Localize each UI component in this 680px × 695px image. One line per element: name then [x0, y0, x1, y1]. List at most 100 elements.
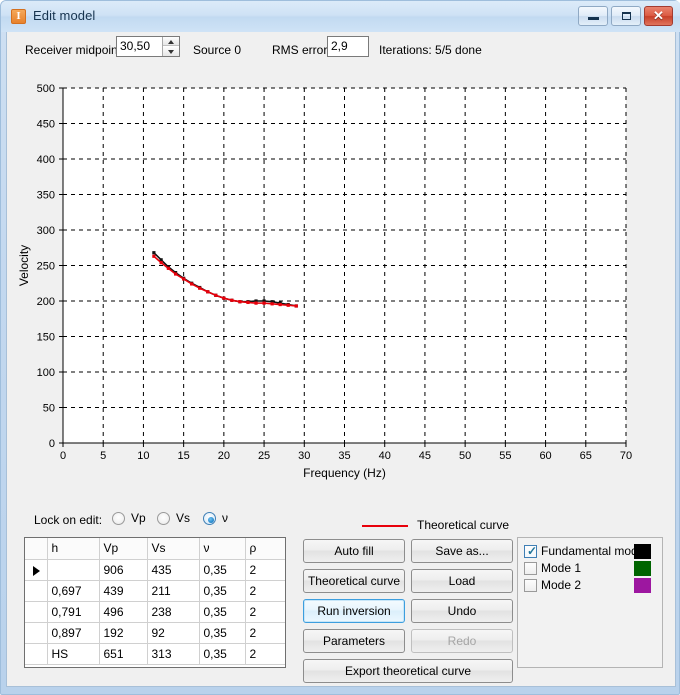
cell-vp[interactable]: 906 [99, 559, 148, 581]
cell-h[interactable]: HS [47, 643, 100, 665]
cell-vs[interactable]: 238 [147, 601, 200, 623]
cell-vp[interactable]: 651 [99, 643, 148, 665]
svg-text:300: 300 [37, 225, 55, 237]
parameters-button[interactable]: Parameters [303, 629, 405, 653]
mode-label-1: Mode 1 [541, 561, 582, 575]
column-header-nu[interactable]: ν [199, 538, 246, 560]
save-as-button[interactable]: Save as... [411, 539, 513, 563]
mode-item-fundamental[interactable]: ✓ Fundamental mode [524, 544, 658, 559]
maximize-button[interactable] [611, 6, 641, 26]
close-icon: ✕ [653, 8, 664, 23]
radio-circle-nu [203, 512, 216, 525]
radio-selected-dot [207, 516, 214, 523]
checkbox-mode-1[interactable] [524, 562, 537, 575]
model-layers-table[interactable]: h Vp Vs ν ρ 0,615 906 435 0,35 2 0,697 4… [24, 537, 286, 668]
cell-nu[interactable]: 0,35 [199, 622, 246, 644]
column-header-vp[interactable]: Vp [99, 538, 148, 560]
cell-h[interactable]: 0,897 [47, 622, 100, 644]
svg-text:20: 20 [218, 450, 230, 462]
cell-rho[interactable]: 2 [245, 559, 285, 581]
svg-text:55: 55 [499, 450, 511, 462]
cell-nu[interactable]: 0,35 [199, 559, 246, 581]
row-selector-cell[interactable] [25, 622, 48, 644]
row-selector-cell[interactable] [25, 580, 48, 602]
row-marker-icon [33, 565, 40, 576]
export-theoretical-curve-button[interactable]: Export theoretical curve [303, 659, 513, 683]
edit-model-window: I Edit model ✕ Receiver midpoint 30,50 S… [0, 0, 680, 695]
row-selector-cell[interactable] [25, 643, 48, 665]
redo-button: Redo [411, 629, 513, 653]
cell-vp[interactable]: 496 [99, 601, 148, 623]
cell-vs[interactable]: 211 [147, 580, 200, 602]
cell-rho[interactable]: 2 [245, 601, 285, 623]
title-bar: I Edit model ✕ [1, 1, 680, 32]
minimize-icon [579, 7, 607, 25]
color-swatch-mode-2 [634, 578, 651, 593]
column-header-rho[interactable]: ρ [245, 538, 285, 560]
table-row[interactable]: 0,897 192 92 0,35 2 [25, 622, 285, 644]
table-row[interactable]: 0,791 496 238 0,35 2 [25, 601, 285, 623]
undo-button[interactable]: Undo [411, 599, 513, 623]
cell-rho[interactable]: 2 [245, 580, 285, 602]
svg-text:350: 350 [37, 190, 55, 202]
theoretical-curve-legend: Theoretical curve [362, 518, 592, 534]
theoretical-curve-button[interactable]: Theoretical curve [303, 569, 405, 593]
chevron-down-icon [168, 50, 174, 54]
svg-text:70: 70 [620, 450, 632, 462]
cell-vs[interactable]: 92 [147, 622, 200, 644]
cell-vp[interactable]: 439 [99, 580, 148, 602]
table-row[interactable]: HS 651 313 0,35 2 [25, 643, 285, 665]
close-button[interactable]: ✕ [644, 6, 673, 26]
cell-vs[interactable]: 313 [147, 643, 200, 665]
svg-text:450: 450 [37, 119, 55, 131]
cell-vs[interactable]: 435 [147, 559, 200, 581]
table-row[interactable]: 0,697 439 211 0,35 2 [25, 580, 285, 602]
legend-label: Theoretical curve [417, 518, 510, 532]
svg-text:400: 400 [37, 154, 55, 166]
cell-vp[interactable]: 192 [99, 622, 148, 644]
svg-text:60: 60 [539, 450, 551, 462]
svg-text:Velocity: Velocity [17, 245, 31, 286]
svg-text:200: 200 [37, 296, 55, 308]
table-row[interactable]: 0,615 906 435 0,35 2 [25, 559, 285, 581]
rms-error-input[interactable]: 2,9 [327, 36, 369, 57]
row-selector-cell[interactable] [25, 559, 48, 581]
radio-circle-vs [157, 512, 170, 525]
cell-nu[interactable]: 0,35 [199, 601, 246, 623]
cell-nu[interactable]: 0,35 [199, 580, 246, 602]
cell-h[interactable]: 0,615 [47, 559, 100, 581]
cell-h[interactable]: 0,791 [47, 601, 100, 623]
rms-error-label: RMS error [272, 43, 328, 57]
svg-text:25: 25 [258, 450, 270, 462]
load-button[interactable]: Load [411, 569, 513, 593]
rms-error-value: 2,9 [331, 39, 348, 53]
auto-fill-button[interactable]: Auto fill [303, 539, 405, 563]
cell-rho[interactable]: 2 [245, 643, 285, 665]
column-header-vs[interactable]: Vs [147, 538, 200, 560]
window-title: Edit model [33, 8, 96, 23]
cell-rho[interactable]: 2 [245, 622, 285, 644]
svg-text:0: 0 [49, 438, 55, 450]
radio-circle-vp [112, 512, 125, 525]
mode-item-2[interactable]: Mode 2 [524, 578, 658, 593]
receiver-midpoint-stepper[interactable] [162, 37, 179, 56]
run-inversion-button[interactable]: Run inversion [303, 599, 405, 623]
stepper-down-button[interactable] [163, 46, 179, 56]
column-header-h[interactable]: h [47, 538, 100, 560]
minimize-button[interactable] [578, 6, 608, 26]
cell-nu[interactable]: 0,35 [199, 643, 246, 665]
row-selector-cell[interactable] [25, 601, 48, 623]
legend-line-swatch [362, 525, 408, 527]
cell-h[interactable]: 0,697 [47, 580, 100, 602]
checkbox-fundamental-mode[interactable]: ✓ [524, 545, 537, 558]
stepper-up-button[interactable] [163, 37, 179, 46]
svg-text:0: 0 [60, 450, 66, 462]
dispersion-chart[interactable]: 0 5 10 15 20 25 30 35 40 45 50 55 60 65 70 0 50 100 150 200… [14, 72, 670, 502]
svg-text:50: 50 [459, 450, 471, 462]
mode-item-1[interactable]: Mode 1 [524, 561, 658, 576]
parameter-row: Receiver midpoint 30,50 Source 0 RMS err… [7, 32, 675, 68]
chart-svg: 0 5 10 15 20 25 30 35 40 45 50 55 60 65 70 0 50 100 150 200… [17, 83, 632, 480]
checkbox-mode-2[interactable] [524, 579, 537, 592]
receiver-midpoint-input[interactable]: 30,50 [116, 36, 180, 57]
maximize-icon [612, 7, 640, 25]
